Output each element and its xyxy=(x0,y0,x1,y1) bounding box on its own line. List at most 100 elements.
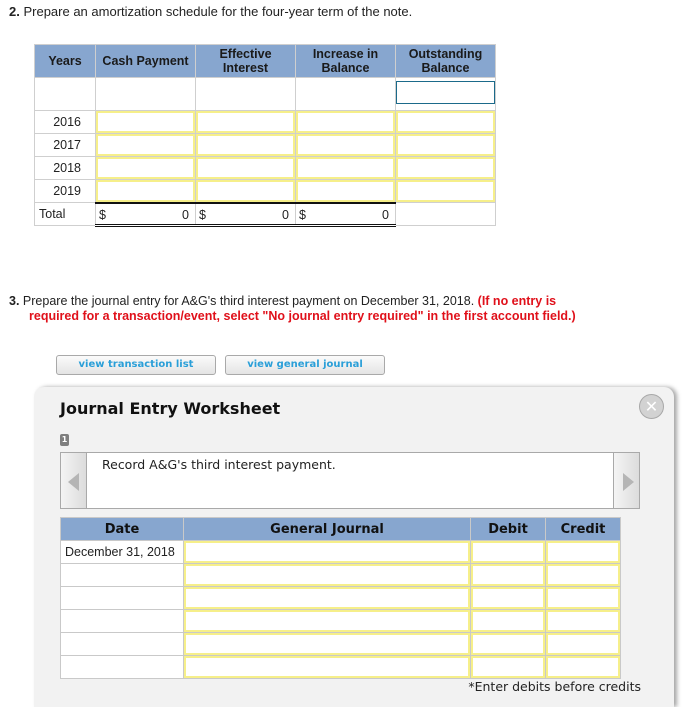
increase-in-balance-cell xyxy=(295,133,396,157)
effective-interest-input[interactable] xyxy=(196,157,295,179)
credit-input[interactable] xyxy=(546,587,620,609)
cash-payment-input[interactable] xyxy=(96,134,195,156)
account-input[interactable] xyxy=(184,610,470,632)
debit-input[interactable] xyxy=(471,564,545,586)
effective-interest-input[interactable] xyxy=(196,111,295,133)
close-icon[interactable]: ✕ xyxy=(639,394,664,419)
account-cell xyxy=(183,632,471,656)
outstanding-balance-input[interactable] xyxy=(396,157,495,179)
date-cell: December 31, 2018 xyxy=(60,540,184,564)
account-cell xyxy=(183,655,471,679)
view-general-journal-button[interactable]: view general journal xyxy=(225,355,385,375)
header-outstanding-balance: Outstanding Balance xyxy=(395,44,496,78)
total-effective-interest: $ 0 xyxy=(195,201,296,227)
currency-symbol: $ xyxy=(299,207,306,222)
header-years: Years xyxy=(34,44,96,78)
debit-cell xyxy=(470,609,546,633)
cash-payment-input[interactable] xyxy=(96,111,195,133)
question-3: 3. Prepare the journal entry for A&G's t… xyxy=(9,294,679,324)
credit-cell xyxy=(545,609,621,633)
journal-row: December 31, 2018 xyxy=(60,540,621,564)
journal-row xyxy=(60,655,621,679)
journal-row xyxy=(60,563,621,587)
outstanding-balance-cell xyxy=(395,77,496,111)
debit-input[interactable] xyxy=(471,587,545,609)
debit-cell xyxy=(470,540,546,564)
increase-in-balance-input[interactable] xyxy=(296,180,395,202)
credit-cell xyxy=(545,632,621,656)
outstanding-balance-input[interactable] xyxy=(396,81,495,104)
total-row: Total $ 0 $ 0 $ 0 xyxy=(34,201,496,227)
step-badge[interactable]: 1 xyxy=(60,434,69,446)
debit-input[interactable] xyxy=(471,656,545,678)
account-input[interactable] xyxy=(184,541,470,563)
worksheet-title: Journal Entry Worksheet xyxy=(60,399,281,418)
cash-payment-input[interactable] xyxy=(96,180,195,202)
cash-payment-cell xyxy=(95,77,196,111)
increase-in-balance-cell xyxy=(295,110,396,134)
credit-input[interactable] xyxy=(546,610,620,632)
account-input[interactable] xyxy=(184,564,470,586)
question-3-instruction-cont: required for a transaction/event, select… xyxy=(29,309,576,323)
debit-input[interactable] xyxy=(471,633,545,655)
credit-input[interactable] xyxy=(546,564,620,586)
transaction-description: Record A&G's third interest payment. xyxy=(102,457,336,472)
debits-before-credits-note: *Enter debits before credits xyxy=(468,679,641,694)
credit-input[interactable] xyxy=(546,633,620,655)
header-date: Date xyxy=(60,517,184,541)
outstanding-balance-cell xyxy=(395,110,496,134)
increase-in-balance-input[interactable] xyxy=(296,111,395,133)
journal-row xyxy=(60,586,621,610)
debit-input[interactable] xyxy=(471,610,545,632)
date-cell xyxy=(60,586,184,610)
total-increase-in-balance: $ 0 xyxy=(295,201,396,227)
outstanding-balance-input[interactable] xyxy=(396,111,495,133)
amortization-header-row: Years Cash Payment Effective Interest Inc… xyxy=(34,44,496,78)
outstanding-balance-cell xyxy=(395,133,496,157)
credit-cell xyxy=(545,655,621,679)
outstanding-balance-input[interactable] xyxy=(396,134,495,156)
cash-payment-input[interactable] xyxy=(96,157,195,179)
next-transaction-button[interactable] xyxy=(613,452,640,509)
table-row: 2019 xyxy=(34,179,496,203)
view-transaction-list-button[interactable]: view transaction list xyxy=(56,355,216,375)
cash-payment-cell xyxy=(95,133,196,157)
transaction-navigator: Record A&G's third interest payment. xyxy=(60,452,640,509)
question-2-number: 2. xyxy=(9,4,20,19)
account-cell xyxy=(183,563,471,587)
account-input[interactable] xyxy=(184,587,470,609)
account-input[interactable] xyxy=(184,633,470,655)
effective-interest-cell xyxy=(195,110,296,134)
credit-input[interactable] xyxy=(546,656,620,678)
date-cell xyxy=(60,563,184,587)
effective-interest-input[interactable] xyxy=(196,134,295,156)
journal-entry-worksheet: Journal Entry Worksheet ✕ 1 Record A&G's… xyxy=(34,387,674,707)
account-cell xyxy=(183,609,471,633)
journal-row xyxy=(60,632,621,656)
table-row: 2017 xyxy=(34,133,496,157)
header-increase-in-balance: Increase in Balance xyxy=(295,44,396,78)
increase-in-balance-input[interactable] xyxy=(296,157,395,179)
increase-in-balance-cell xyxy=(295,179,396,203)
previous-transaction-button[interactable] xyxy=(60,452,87,509)
credit-input[interactable] xyxy=(546,541,620,563)
increase-in-balance-cell xyxy=(295,77,396,111)
journal-row xyxy=(60,609,621,633)
table-row: 2016 xyxy=(34,110,496,134)
year-cell: 2018 xyxy=(34,156,96,180)
date-cell xyxy=(60,632,184,656)
currency-symbol: $ xyxy=(199,207,206,222)
cash-payment-cell xyxy=(95,179,196,203)
account-input[interactable] xyxy=(184,656,470,678)
debit-input[interactable] xyxy=(471,541,545,563)
effective-interest-cell xyxy=(195,156,296,180)
effective-interest-input[interactable] xyxy=(196,180,295,202)
increase-in-balance-input[interactable] xyxy=(296,134,395,156)
cash-payment-cell xyxy=(95,110,196,134)
total-cash-payment-value: 0 xyxy=(182,207,189,222)
cash-payment-cell xyxy=(95,156,196,180)
table-row xyxy=(34,77,496,111)
outstanding-balance-cell xyxy=(395,179,496,203)
general-journal-table: Date General Journal Debit Credit Decemb… xyxy=(60,517,621,679)
outstanding-balance-input[interactable] xyxy=(396,180,495,202)
